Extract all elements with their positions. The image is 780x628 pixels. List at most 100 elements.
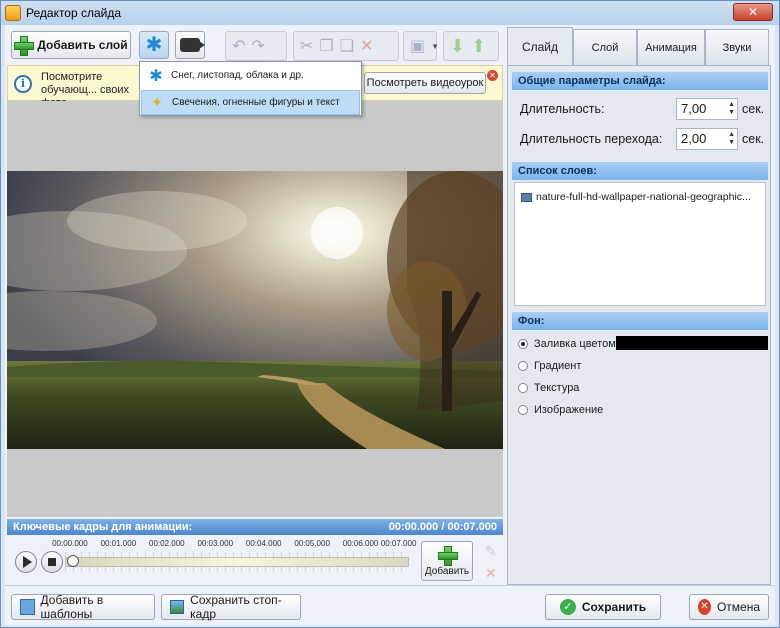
- bg-option-texture[interactable]: Текстура: [518, 382, 579, 394]
- delete-keyframe-icon[interactable]: ✕: [485, 565, 497, 582]
- fit-icon: ▣: [410, 38, 426, 55]
- add-keyframe-label: Добавить: [424, 565, 470, 577]
- duration-input[interactable]: 7,00 ▲ ▼: [676, 98, 738, 120]
- tick-label: 00:06.000: [342, 539, 379, 548]
- radio-button[interactable]: [518, 339, 528, 349]
- keyframes-header: Ключевые кадры для анимации: 00:00.000 /…: [7, 519, 503, 535]
- transition-duration-unit: сек.: [742, 132, 765, 146]
- right-panel: Слайд Слой Анимация Звуки Общие параметр…: [507, 25, 771, 585]
- copy-icon[interactable]: ❐: [319, 36, 333, 56]
- tab-sounds[interactable]: Звуки: [705, 29, 769, 65]
- layers-header: Список слоев:: [512, 162, 768, 180]
- effects-dropdown-menu: ✱ Снег, листопад, облака и др. ✦ Свечени…: [139, 61, 362, 116]
- list-item[interactable]: nature-full-hd-wallpaper-national-geogra…: [521, 191, 751, 203]
- fit-dropdown[interactable]: ▣ ▼: [403, 31, 440, 61]
- effects-button[interactable]: ✱: [139, 31, 169, 59]
- save-still-frame-label: Сохранить стоп-кадр: [190, 593, 282, 621]
- slide-editor-window: Редактор слайда ✕ Добавить слой ✱ ↶ ↷ ✂ …: [0, 0, 780, 628]
- title-bar: Редактор слайда ✕: [1, 1, 779, 25]
- keyframes-time: 00:00.000 / 00:07.000: [388, 521, 497, 533]
- add-keyframe-button[interactable]: Добавить: [421, 541, 473, 581]
- app-icon: [5, 5, 21, 21]
- menu-item-glow[interactable]: ✦ Свечения, огненные фигуры и текст: [141, 90, 360, 115]
- background-header: Фон:: [512, 312, 768, 330]
- watch-video-label: Посмотреть видеоурок: [366, 77, 484, 89]
- tab-layer[interactable]: Слой: [573, 29, 637, 65]
- cancel-icon: ✕: [698, 599, 711, 615]
- add-layer-button[interactable]: Добавить слой: [11, 31, 131, 59]
- watch-video-button[interactable]: Посмотреть видеоурок: [364, 72, 486, 94]
- tick-label: 00:03.000: [197, 539, 234, 548]
- bg-option-image[interactable]: Изображение: [518, 404, 603, 416]
- template-icon: [20, 599, 35, 615]
- tick-label: 00:05.000: [294, 539, 330, 548]
- keyframes-title: Ключевые кадры для анимации:: [13, 521, 193, 533]
- save-label: Сохранить: [581, 600, 647, 614]
- video-button[interactable]: [175, 31, 205, 59]
- timeline: 00:00.000 00:01.000 00:02.000 00:03.000 …: [7, 535, 503, 585]
- slide-params-header: Общие параметры слайда:: [512, 72, 768, 90]
- add-to-templates-label: Добавить в шаблоны: [40, 593, 104, 621]
- radio-button[interactable]: [518, 405, 528, 415]
- radio-button[interactable]: [518, 383, 528, 393]
- cancel-button[interactable]: ✕ Отмена: [689, 594, 769, 620]
- image-icon: [521, 192, 532, 202]
- window-close-button[interactable]: ✕: [733, 3, 773, 21]
- plus-icon: [438, 545, 458, 566]
- duration-value: 7,00: [681, 101, 707, 116]
- duration-unit: сек.: [742, 102, 765, 116]
- snowflake-icon: ✱: [145, 34, 163, 56]
- slide-preview[interactable]: [7, 101, 503, 517]
- paste-icon[interactable]: ❏: [340, 36, 354, 56]
- move-up-icon[interactable]: ⬆: [471, 36, 486, 57]
- slide-photo: [7, 171, 503, 449]
- timeline-track[interactable]: [65, 557, 409, 567]
- transition-duration-value: 2,00: [681, 131, 707, 146]
- bg-option-color-fill[interactable]: Заливка цветом: [518, 338, 616, 350]
- tick-label: 00:07.000: [380, 539, 417, 548]
- duration-label: Длительность:: [520, 102, 605, 116]
- bg-option-gradient[interactable]: Градиент: [518, 360, 581, 372]
- cut-icon[interactable]: ✂: [300, 36, 313, 56]
- save-button[interactable]: ✓ Сохранить: [545, 594, 661, 620]
- window-title: Редактор слайда: [26, 6, 122, 20]
- tab-strip: Слайд Слой Анимация Звуки: [507, 27, 771, 65]
- delete-icon[interactable]: ✕: [360, 36, 373, 56]
- bg-option-label: Изображение: [534, 404, 604, 416]
- layer-name: nature-full-hd-wallpaper-national-geogra…: [536, 191, 751, 203]
- transition-duration-input[interactable]: 2,00 ▲ ▼: [676, 128, 738, 150]
- play-icon: [22, 556, 32, 568]
- save-still-frame-button[interactable]: Сохранить стоп-кадр: [161, 593, 301, 621]
- stop-button[interactable]: [41, 551, 63, 573]
- tick-label: 00:00.000: [52, 539, 88, 548]
- spinner-arrows-icon[interactable]: ▲ ▼: [728, 101, 735, 117]
- layers-list[interactable]: nature-full-hd-wallpaper-national-geogra…: [514, 182, 766, 306]
- window-client: Добавить слой ✱ ↶ ↷ ✂ ❐ ❏ ✕ ▣ ▼ ⬇ ⬆ i По…: [5, 25, 775, 625]
- info-icon: i: [14, 75, 32, 93]
- add-to-templates-button[interactable]: Добавить в шаблоны: [11, 593, 155, 621]
- fill-color-swatch[interactable]: [616, 336, 768, 350]
- stop-icon: [48, 558, 56, 566]
- undo-icon[interactable]: ↶: [232, 36, 245, 56]
- add-layer-label: Добавить слой: [37, 38, 128, 52]
- edit-group: ✂ ❐ ❏ ✕: [293, 31, 399, 61]
- spinner-arrows-icon[interactable]: ▲ ▼: [728, 131, 735, 147]
- info-close-icon[interactable]: ✕: [487, 70, 498, 81]
- redo-icon[interactable]: ↷: [251, 36, 264, 56]
- tab-animation[interactable]: Анимация: [637, 29, 705, 65]
- menu-item-snow[interactable]: ✱ Снег, листопад, облака и др.: [141, 63, 360, 88]
- plus-icon: [14, 36, 35, 56]
- tick-label: 00:04.000: [245, 539, 282, 548]
- sparkle-icon: ✦: [151, 94, 163, 110]
- timeline-playhead[interactable]: [67, 555, 79, 567]
- tab-slide[interactable]: Слайд: [507, 27, 573, 65]
- layer-order-group: ⬇ ⬆: [443, 31, 499, 61]
- move-down-icon[interactable]: ⬇: [450, 36, 465, 57]
- pencil-icon[interactable]: ✎: [485, 543, 497, 560]
- menu-item-label: Свечения, огненные фигуры и текст: [172, 97, 340, 108]
- toolbar: Добавить слой ✱ ↶ ↷ ✂ ❐ ❏ ✕ ▣ ▼ ⬇ ⬆: [5, 25, 505, 65]
- play-button[interactable]: [15, 551, 37, 573]
- chevron-down-icon: ▼: [431, 41, 440, 51]
- radio-button[interactable]: [518, 361, 528, 371]
- snowflake-icon: ✱: [149, 67, 163, 85]
